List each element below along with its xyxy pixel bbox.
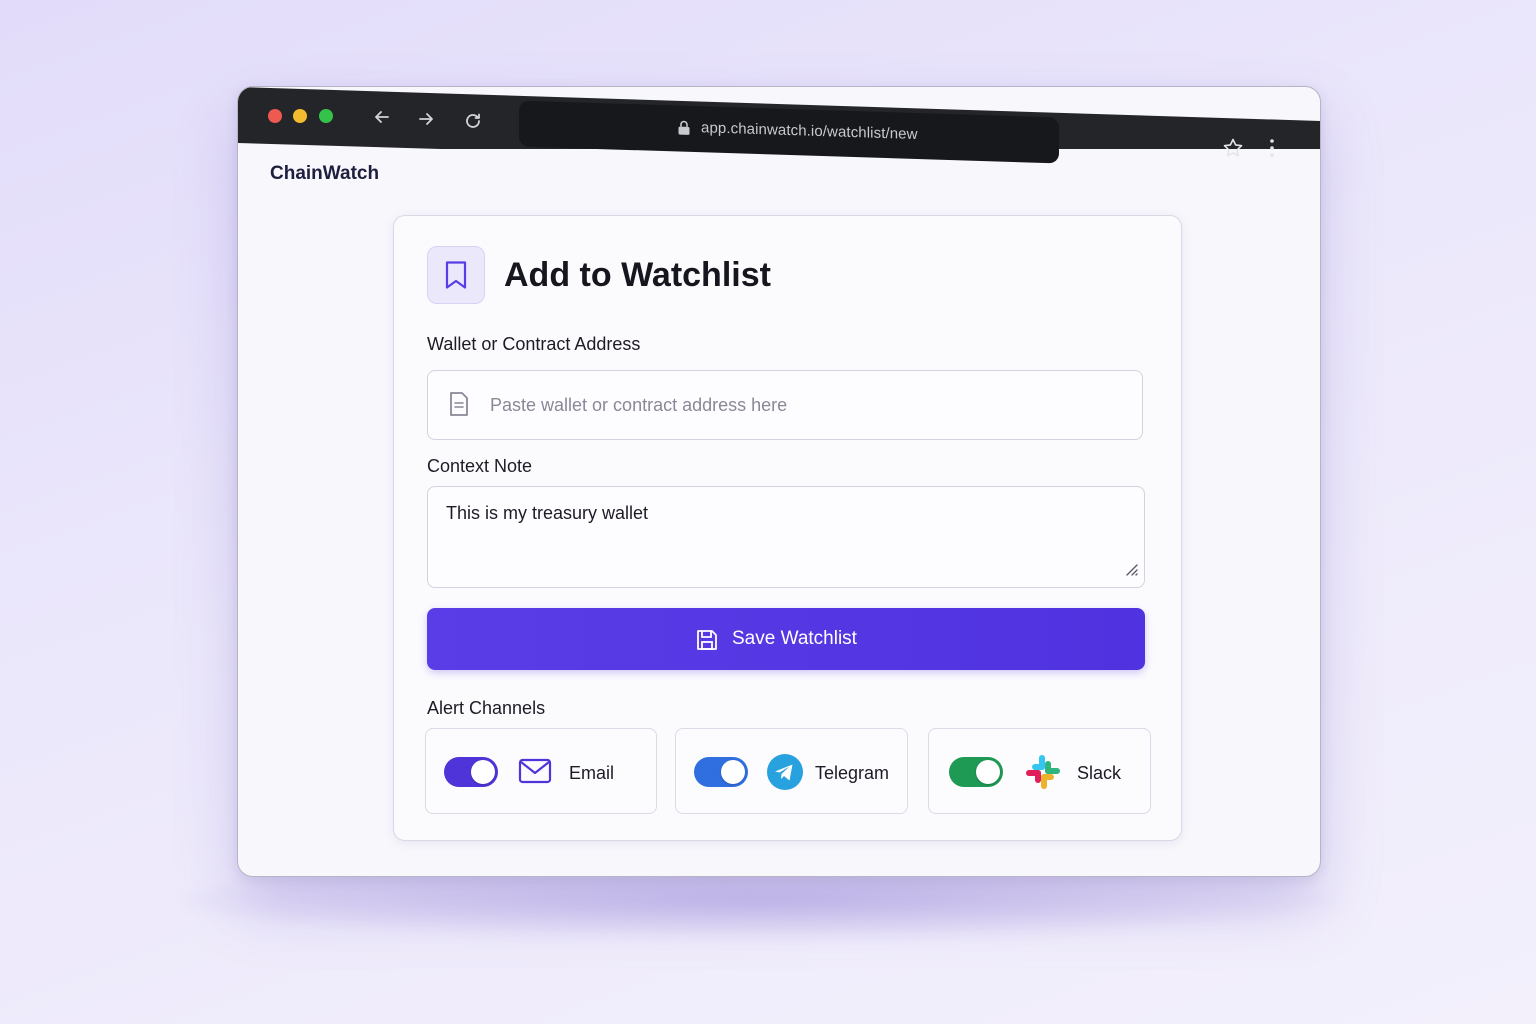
note-label: Context Note (427, 456, 533, 476)
url-text: app.chainwatch.io/watchlist/new (701, 119, 918, 144)
email-toggle[interactable] (444, 757, 498, 787)
close-window-button[interactable] (268, 109, 282, 123)
kebab-menu-icon[interactable] (1269, 138, 1275, 163)
telegram-label: Telegram (815, 763, 890, 783)
forward-arrow-icon[interactable] (416, 109, 436, 133)
maximize-window-button[interactable] (319, 109, 333, 123)
envelope-icon (518, 757, 552, 790)
slack-icon (1024, 753, 1062, 796)
browser-window: app.chainwatch.io/watchlist/new ChainWat… (237, 86, 1321, 877)
document-icon (448, 391, 470, 422)
reload-icon[interactable] (463, 111, 483, 135)
save-button-label: Save Watchlist (732, 628, 857, 649)
minimize-window-button[interactable] (293, 109, 307, 123)
note-textarea[interactable]: This is my treasury wallet (444, 501, 1128, 575)
telegram-toggle[interactable] (694, 757, 748, 787)
star-icon[interactable] (1222, 137, 1244, 164)
page-title: Add to Watchlist (504, 256, 771, 294)
note-field[interactable]: This is my treasury wallet (427, 486, 1145, 588)
lock-icon (677, 119, 691, 140)
address-input[interactable] (488, 387, 1122, 423)
slack-label: Slack (1077, 763, 1122, 783)
address-field[interactable] (427, 370, 1143, 440)
channel-card-telegram: Telegram (675, 728, 908, 814)
address-label: Wallet or Contract Address (427, 334, 641, 354)
add-watchlist-card: Add to Watchlist Wallet or Contract Addr… (393, 215, 1182, 841)
toggle-knob (721, 760, 745, 784)
telegram-icon (766, 753, 804, 796)
floppy-disk-icon (695, 628, 719, 657)
toggle-knob (471, 760, 495, 784)
slack-toggle[interactable] (949, 757, 1003, 787)
browser-toolbar: app.chainwatch.io/watchlist/new (238, 87, 1320, 177)
back-arrow-icon[interactable] (372, 107, 392, 131)
address-bar[interactable]: app.chainwatch.io/watchlist/new (519, 100, 1059, 164)
brand-logo[interactable]: ChainWatch (270, 163, 379, 185)
bookmark-icon (445, 261, 467, 289)
toggle-knob (976, 760, 1000, 784)
title-icon-container (427, 246, 485, 304)
resize-handle-icon[interactable] (1124, 562, 1138, 581)
alert-channels-label: Alert Channels (427, 698, 546, 718)
channel-card-slack: Slack (928, 728, 1151, 814)
channel-card-email: Email (425, 728, 657, 814)
save-watchlist-button[interactable]: Save Watchlist (427, 608, 1145, 670)
email-label: Email (569, 763, 615, 783)
